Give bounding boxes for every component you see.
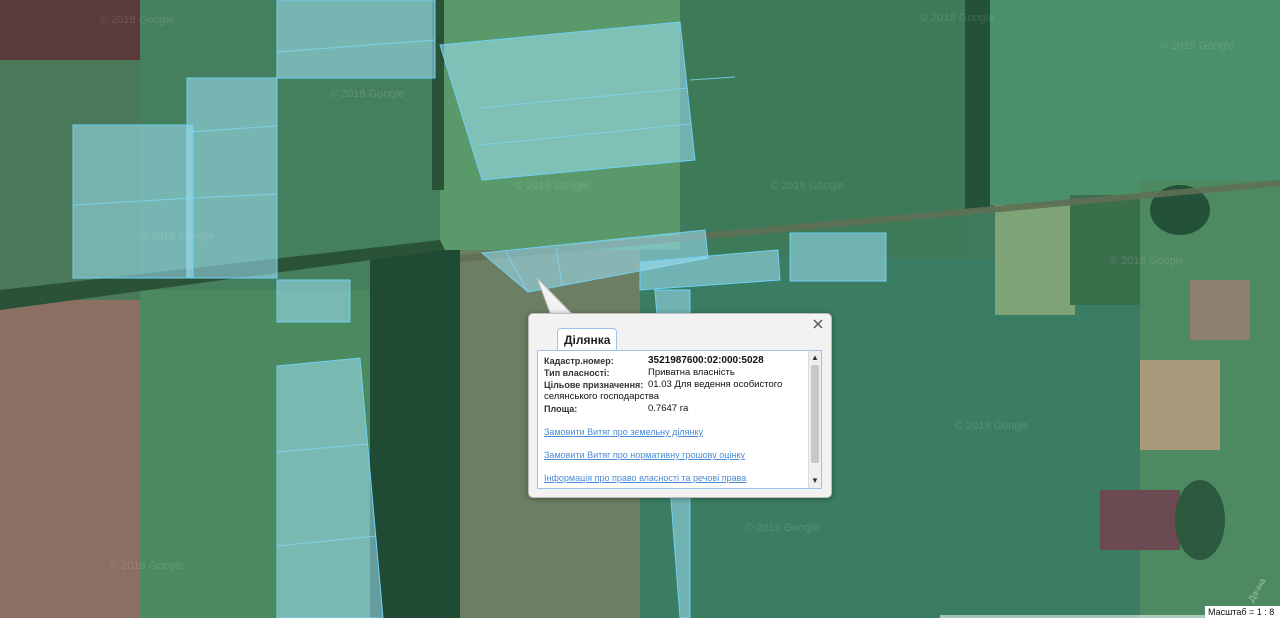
- field-label: Цільове призначення:: [544, 380, 644, 390]
- field-label: Тип власності:: [544, 368, 610, 378]
- tab-parcel[interactable]: Ділянка: [557, 328, 618, 351]
- satellite-map[interactable]: © 2018 Google © 2018 Google © 2018 Googl…: [0, 0, 1280, 618]
- scroll-down-icon[interactable]: ▼: [809, 475, 821, 487]
- order-valuation-extract-link[interactable]: Замовити Витяг про нормативну грошову оц…: [544, 449, 806, 461]
- watermark: © 2018 Google: [515, 180, 590, 192]
- watermark: © 2018 Google: [920, 12, 995, 24]
- purpose-continued: селянського господарства: [544, 391, 660, 402]
- parcel-details: Кадастр.номер: 3521987600:02:000:5028 Ти…: [544, 355, 806, 484]
- order-parcel-extract-link[interactable]: Замовити Витяг про земельну ділянку: [544, 426, 806, 438]
- watermark: © 2018 Google: [110, 560, 185, 572]
- purpose: 01.03 Для ведення особистого: [648, 379, 783, 390]
- area: 0.7647 га: [648, 403, 689, 414]
- field-label: Кадастр.номер:: [544, 356, 614, 366]
- watermark: © 2018 Google: [330, 88, 405, 100]
- parcel-details-panel: Кадастр.номер: 3521987600:02:000:5028 Ти…: [537, 350, 822, 489]
- map-imagery: [0, 0, 1280, 618]
- watermark: © 2018 Google: [1160, 40, 1235, 52]
- watermark: © 2018 Google: [140, 230, 215, 242]
- field-cadastral-number: Кадастр.номер: 3521987600:02:000:5028: [544, 355, 806, 367]
- parcel-info-popup: Ділянка Кадастр.номер: 3521987600:02:000…: [528, 313, 832, 498]
- popup-scrollbar[interactable]: ▲ ▼: [808, 351, 821, 488]
- close-icon[interactable]: [811, 317, 825, 331]
- watermark: © 2018 Google: [770, 180, 845, 192]
- field-label: Площа:: [544, 404, 578, 414]
- map-scale: Масштаб = 1 : 8: [1205, 606, 1280, 618]
- field-purpose: Цільове призначення: 01.03 Для ведення о…: [544, 379, 806, 391]
- popup-pointer: [537, 278, 575, 316]
- ownership-type: Приватна власність: [648, 367, 735, 378]
- field-area: Площа: 0.7647 га: [544, 403, 806, 415]
- watermark: © 2018 Google: [745, 522, 820, 534]
- ownership-rights-info-link[interactable]: Інформація про право власності та речові…: [544, 472, 806, 484]
- scroll-thumb[interactable]: [811, 365, 819, 463]
- watermark: © 2018 Google: [100, 14, 175, 26]
- field-ownership-type: Тип власності: Приватна власність: [544, 367, 806, 379]
- watermark: © 2018 Google: [1110, 255, 1185, 267]
- scroll-up-icon[interactable]: ▲: [809, 352, 821, 364]
- watermark: © 2018 Google: [955, 420, 1030, 432]
- cadastral-number: 3521987600:02:000:5028: [648, 355, 764, 366]
